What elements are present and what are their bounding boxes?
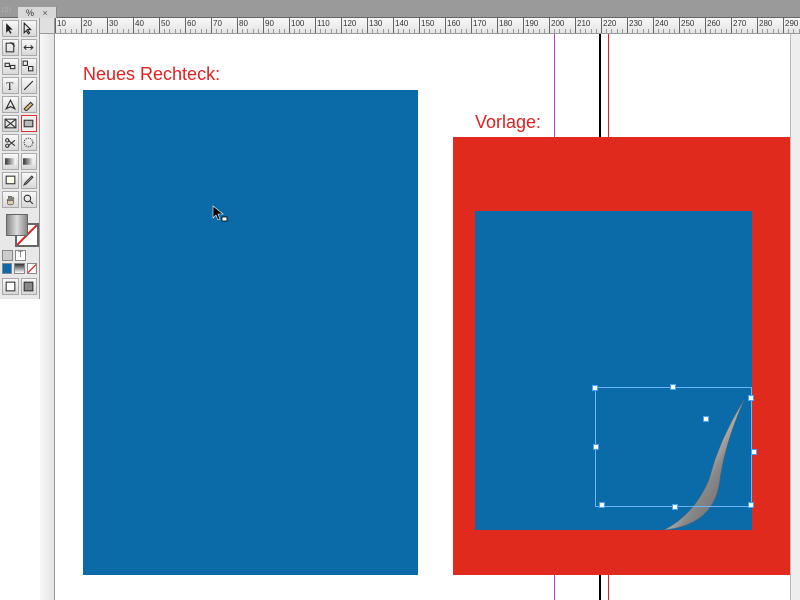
- ruler-tick-label: 190: [525, 19, 538, 28]
- note-tool[interactable]: [2, 172, 19, 189]
- ruler-tick-label: 230: [629, 19, 642, 28]
- ruler-tick-label: 40: [135, 19, 144, 28]
- ruler-tick-label: 240: [655, 19, 668, 28]
- selection-tool[interactable]: [2, 20, 19, 37]
- selection-anchor[interactable]: [703, 416, 709, 422]
- direct-selection-tool[interactable]: [21, 20, 38, 37]
- tab-grip: ∷∷: [2, 6, 11, 14]
- selection-handle[interactable]: [748, 502, 754, 508]
- hand-tool[interactable]: [2, 191, 19, 208]
- selection-bounding-box[interactable]: [595, 387, 752, 507]
- rectangle-tool[interactable]: [21, 115, 38, 132]
- formatting-container[interactable]: [2, 250, 13, 261]
- ruler-tick-label: 290: [785, 19, 798, 28]
- ruler-tick-label: 100: [291, 19, 304, 28]
- page-tool[interactable]: [2, 39, 19, 56]
- ruler-tick-label: 30: [109, 19, 118, 28]
- ruler-tick-label: 110: [317, 19, 330, 28]
- formatting-text[interactable]: T: [15, 250, 26, 261]
- ruler-tick-label: 150: [421, 19, 434, 28]
- new-rectangle-shape[interactable]: [83, 90, 418, 575]
- close-icon[interactable]: ×: [43, 8, 48, 18]
- tab-zoom-label: %: [26, 8, 34, 18]
- ruler-tick-label: 170: [473, 19, 486, 28]
- content-grabber-tool[interactable]: [2, 58, 19, 75]
- ruler-tick-label: 160: [447, 19, 460, 28]
- ruler-tick-label: 200: [551, 19, 564, 28]
- selection-handle[interactable]: [599, 502, 605, 508]
- ruler-tick-label: 50: [161, 19, 170, 28]
- ruler-tick-label: 210: [577, 19, 590, 28]
- selection-handle[interactable]: [593, 444, 599, 450]
- ruler-tick-label: 140: [395, 19, 408, 28]
- horizontal-ruler[interactable]: 10 20 30 40 50 60 70 80 90 100 110 120 130 140 150 160 1…: [55, 18, 800, 34]
- ruler-tick-label: 60: [187, 19, 196, 28]
- fill-stroke-wells[interactable]: [2, 214, 37, 246]
- free-transform-tool[interactable]: [21, 134, 38, 151]
- ruler-tick-label: 260: [707, 19, 720, 28]
- pencil-tool[interactable]: [21, 96, 38, 113]
- selection-handle[interactable]: [672, 504, 678, 510]
- gradient-swatch-tool[interactable]: [2, 153, 19, 170]
- document-canvas[interactable]: Neues Rechteck: Vorlage:: [55, 34, 790, 600]
- view-mode-preview[interactable]: [21, 278, 38, 295]
- rectangle-frame-tool[interactable]: [2, 115, 19, 132]
- eyedropper-tool[interactable]: [21, 172, 38, 189]
- ruler-tick-label: 120: [343, 19, 356, 28]
- selection-handle[interactable]: [751, 449, 757, 455]
- annotation-left: Neues Rechteck:: [83, 64, 220, 85]
- ruler-tick-label: 70: [213, 19, 222, 28]
- line-tool[interactable]: [21, 77, 38, 94]
- ruler-tick-label: 10: [57, 19, 66, 28]
- view-mode-normal[interactable]: [2, 278, 19, 295]
- zoom-tool[interactable]: [21, 191, 38, 208]
- apply-none[interactable]: [27, 263, 37, 274]
- annotation-right: Vorlage:: [475, 112, 541, 133]
- fill-color-well[interactable]: [6, 214, 28, 236]
- document-tab-bar: ∷∷ % ×: [0, 0, 800, 18]
- ruler-tick-label: 220: [603, 19, 616, 28]
- ruler-tick-label: 20: [83, 19, 92, 28]
- scissors-tool[interactable]: [2, 134, 19, 151]
- type-tool[interactable]: T: [2, 77, 19, 94]
- ruler-tick-label: 130: [369, 19, 382, 28]
- pen-tool[interactable]: [2, 96, 19, 113]
- gradient-feather-tool[interactable]: [21, 153, 38, 170]
- tools-panel: T T: [0, 18, 40, 299]
- svg-text:T: T: [6, 79, 14, 92]
- selection-handle[interactable]: [592, 385, 598, 391]
- ruler-tick-label: 90: [265, 19, 274, 28]
- ruler-tick-label: 180: [499, 19, 512, 28]
- ruler-tick-label: 280: [759, 19, 772, 28]
- vertical-ruler[interactable]: [40, 34, 55, 600]
- apply-gradient[interactable]: [14, 263, 24, 274]
- ruler-tick-label: 80: [239, 19, 248, 28]
- ruler-tick-label: 270: [733, 19, 746, 28]
- ruler-origin[interactable]: [40, 18, 55, 34]
- ruler-tick-label: 250: [681, 19, 694, 28]
- selection-handle[interactable]: [670, 384, 676, 390]
- selection-handle[interactable]: [748, 395, 754, 401]
- apply-color[interactable]: [2, 263, 12, 274]
- gap-tool[interactable]: [21, 39, 38, 56]
- vertical-scrollbar[interactable]: [790, 34, 800, 600]
- content-tool[interactable]: [21, 58, 38, 75]
